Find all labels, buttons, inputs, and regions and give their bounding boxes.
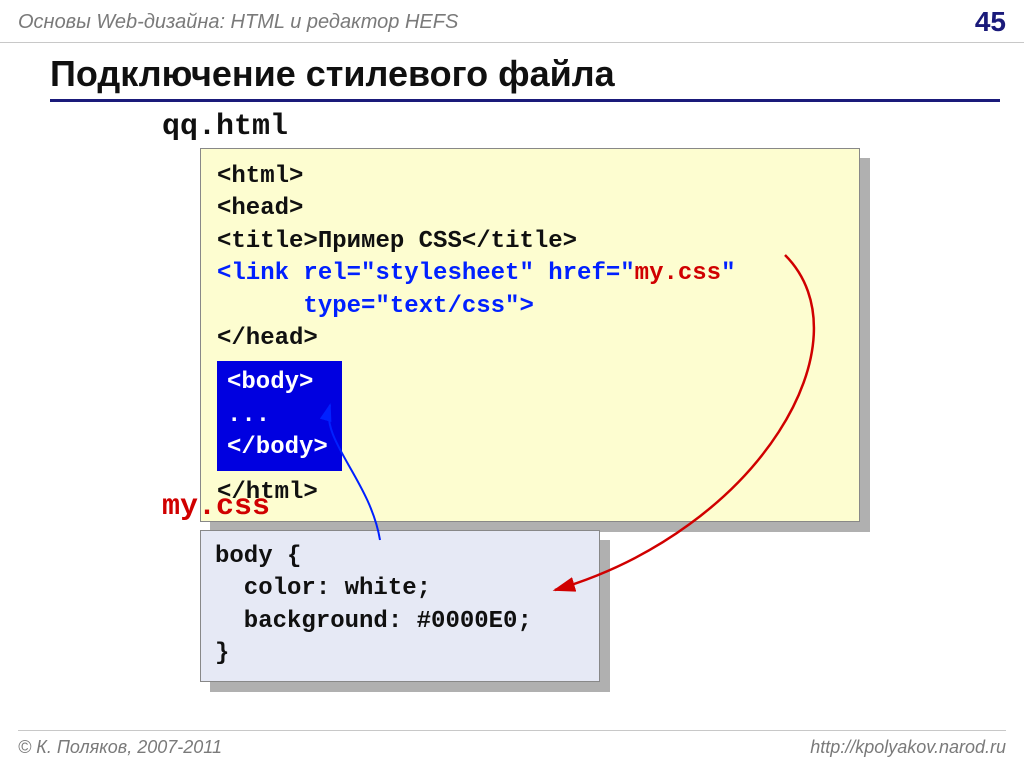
code-line: </html>: [217, 477, 843, 509]
code-line: </head>: [217, 323, 843, 355]
code-line: <title>Пример CSS</title>: [217, 226, 843, 258]
code-line: </body>: [227, 432, 328, 464]
code-block-css: body { color: white; background: #0000E0…: [200, 530, 600, 682]
filename-html: qq.html: [162, 110, 1024, 144]
slide-number: 45: [975, 6, 1006, 38]
code-line: body {: [215, 541, 585, 573]
code-line: background: #0000E0;: [215, 606, 585, 638]
code-line: color: white;: [215, 573, 585, 605]
code-line: <head>: [217, 193, 843, 225]
header-subject: Основы Web-дизайна: HTML и редактор HEFS: [18, 11, 458, 34]
footer-copyright: © К. Поляков, 2007-2011: [18, 737, 222, 758]
code-block-html: <html> <head> <title>Пример CSS</title> …: [200, 148, 860, 522]
slide-header: Основы Web-дизайна: HTML и редактор HEFS…: [0, 0, 1024, 43]
slide-title: Подключение стилевого файла: [50, 53, 1024, 95]
code-line: <body>: [227, 367, 328, 399]
footer-url: http://kpolyakov.narod.ru: [810, 737, 1006, 758]
title-underline: [50, 99, 1000, 102]
filename-css: my.css: [162, 490, 270, 524]
code-line: type="text/css">: [217, 291, 843, 323]
code-line: ...: [227, 400, 328, 432]
code-line: <link rel="stylesheet" href="my.css": [217, 258, 843, 290]
code-line: <html>: [217, 161, 843, 193]
body-highlight-block: <body> ... </body>: [217, 361, 342, 470]
code-line: }: [215, 638, 585, 670]
slide-footer: © К. Поляков, 2007-2011 http://kpolyakov…: [18, 730, 1006, 758]
